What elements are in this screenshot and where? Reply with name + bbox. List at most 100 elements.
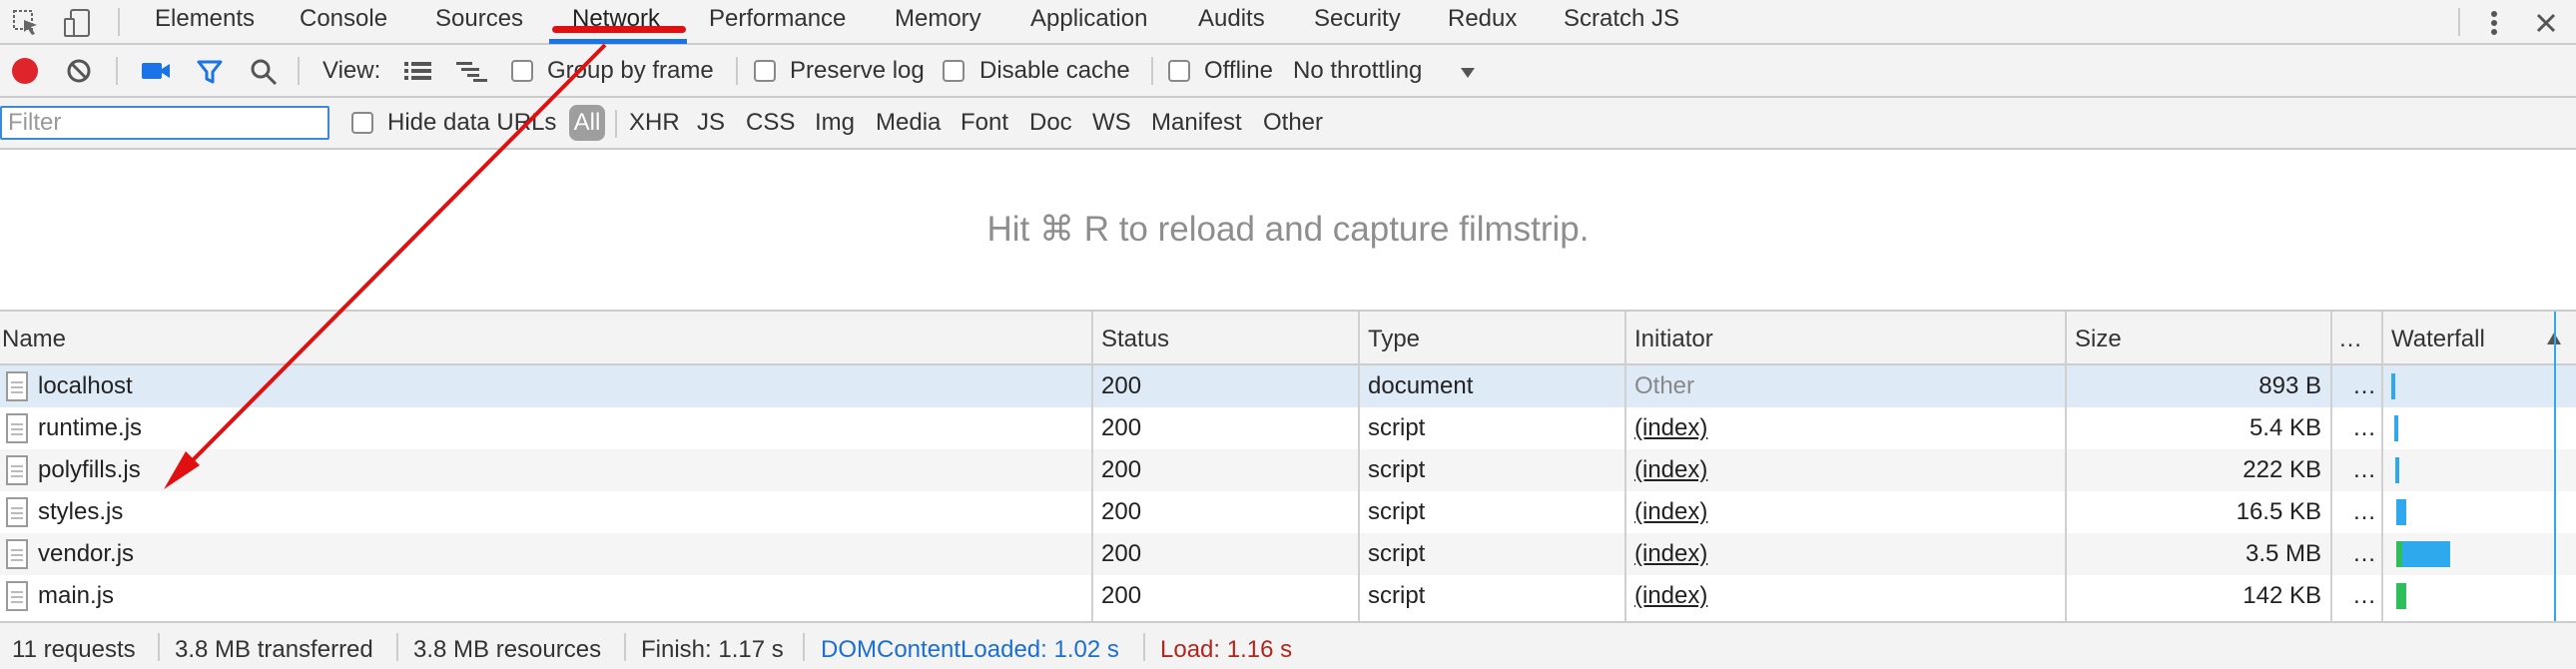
filter-type-media[interactable]: Media: [876, 109, 941, 137]
dropdown-arrow-icon[interactable]: [1460, 66, 1476, 84]
request-size: 5.4 KB: [2249, 414, 2321, 441]
clear-icon[interactable]: [66, 58, 92, 89]
filter-type-img[interactable]: Img: [815, 109, 855, 137]
column-header-status[interactable]: Status: [1101, 326, 1169, 353]
filmstrip-area: Hit ⌘ R to reload and capture filmstrip.: [0, 150, 2576, 312]
preserve-log-label: Preserve log: [790, 57, 925, 84]
column-divider[interactable]: [1624, 312, 1626, 621]
close-icon[interactable]: [2528, 6, 2564, 40]
table-row[interactable]: runtime.js 200 script (index) 5.4 KB …: [0, 407, 2576, 449]
column-header-waterfall[interactable]: Waterfall: [2391, 326, 2485, 353]
panel-tab-bar: Elements Console Sources Network Perform…: [0, 0, 2576, 45]
column-divider[interactable]: [2381, 312, 2383, 621]
offline-checkbox[interactable]: [1168, 60, 1190, 82]
column-divider[interactable]: [1358, 312, 1360, 621]
tab-security[interactable]: Security: [1314, 0, 1401, 43]
request-name: styles.js: [38, 498, 124, 525]
tab-memory[interactable]: Memory: [895, 0, 981, 43]
device-toolbar-icon[interactable]: [60, 6, 96, 40]
overview-waterfall-icon[interactable]: [455, 59, 489, 88]
more-options-icon[interactable]: [2476, 6, 2512, 40]
request-status: 200: [1101, 582, 1142, 609]
request-initiator-link[interactable]: (index): [1634, 414, 1707, 442]
filter-type-font[interactable]: Font: [961, 109, 1008, 137]
request-initiator-link[interactable]: (index): [1634, 498, 1707, 526]
large-rows-icon[interactable]: [403, 59, 433, 88]
script-file-icon: [6, 413, 28, 443]
active-tab-indicator: [549, 39, 687, 44]
waterfall-bar: [2391, 373, 2395, 399]
hide-data-urls-label: Hide data URLs: [387, 109, 557, 136]
request-name: main.js: [38, 582, 115, 609]
throttling-select[interactable]: No throttling: [1293, 57, 1422, 85]
tab-performance[interactable]: Performance: [709, 0, 846, 43]
filter-type-xhr[interactable]: XHR: [629, 109, 680, 137]
request-more: …: [2352, 582, 2376, 609]
tab-network[interactable]: Network: [572, 0, 660, 43]
search-icon[interactable]: [250, 58, 278, 91]
screenshot-camera-icon[interactable]: [140, 59, 172, 88]
column-divider[interactable]: [1091, 312, 1093, 621]
request-name: polyfills.js: [38, 456, 141, 483]
record-button[interactable]: [12, 58, 38, 84]
table-row[interactable]: polyfills.js 200 script (index) 222 KB …: [0, 449, 2576, 491]
tab-application[interactable]: Application: [1030, 0, 1147, 43]
waterfall-bar: [2395, 457, 2399, 483]
group-by-frame-checkbox[interactable]: [511, 60, 533, 82]
divider: [736, 57, 738, 85]
transferred-size: 3.8 MB transferred: [175, 636, 373, 663]
script-file-icon: [6, 539, 28, 569]
table-header: Name Status Type Initiator Size … Waterf…: [0, 312, 2576, 365]
tab-scratch-js[interactable]: Scratch JS: [1564, 0, 1679, 43]
network-toolbar: View: Group by frame Preserve log Disabl…: [0, 45, 2576, 98]
waterfall-bar: [2402, 541, 2450, 567]
request-initiator-link[interactable]: (index): [1634, 582, 1707, 610]
column-divider[interactable]: [2065, 312, 2067, 621]
hide-data-urls-checkbox[interactable]: [351, 112, 373, 134]
table-row[interactable]: styles.js 200 script (index) 16.5 KB …: [0, 491, 2576, 533]
script-file-icon: [6, 497, 28, 527]
offline-label: Offline: [1204, 57, 1273, 84]
column-header-type[interactable]: Type: [1368, 326, 1420, 353]
request-initiator-link[interactable]: (index): [1634, 456, 1707, 484]
column-header-initiator[interactable]: Initiator: [1634, 326, 1713, 353]
tab-console[interactable]: Console: [300, 0, 387, 43]
request-status: 200: [1101, 540, 1142, 567]
request-initiator-link[interactable]: (index): [1634, 540, 1707, 568]
tab-audits[interactable]: Audits: [1198, 0, 1265, 43]
filter-input[interactable]: [0, 106, 329, 140]
load-marker-line: [2554, 312, 2556, 621]
filter-type-js[interactable]: JS: [697, 109, 725, 137]
column-divider[interactable]: [2330, 312, 2332, 621]
inspect-element-icon[interactable]: [8, 6, 44, 40]
filter-funnel-icon[interactable]: [196, 58, 224, 91]
request-more: …: [2352, 414, 2376, 441]
tab-redux[interactable]: Redux: [1448, 0, 1517, 43]
filter-type-other[interactable]: Other: [1263, 109, 1323, 137]
request-status: 200: [1101, 498, 1142, 525]
disable-cache-checkbox[interactable]: [943, 60, 965, 82]
filter-type-ws[interactable]: WS: [1092, 109, 1131, 137]
tab-sources[interactable]: Sources: [435, 0, 523, 43]
column-header-more[interactable]: …: [2338, 326, 2362, 353]
request-size: 3.5 MB: [2245, 540, 2321, 567]
table-row[interactable]: main.js 200 script (index) 142 KB …: [0, 575, 2576, 617]
request-more: …: [2352, 372, 2376, 399]
request-size: 893 B: [2258, 372, 2321, 399]
filter-type-manifest[interactable]: Manifest: [1151, 109, 1242, 137]
annotation-underline: [552, 26, 686, 33]
filter-type-css[interactable]: CSS: [746, 109, 795, 137]
tab-elements[interactable]: Elements: [155, 0, 255, 43]
filter-type-doc[interactable]: Doc: [1029, 109, 1072, 137]
divider: [158, 633, 160, 661]
divider: [615, 110, 617, 138]
preserve-log-checkbox[interactable]: [754, 60, 776, 82]
column-header-name[interactable]: Name: [2, 326, 66, 353]
column-header-size[interactable]: Size: [2075, 326, 2122, 353]
request-status: 200: [1101, 456, 1142, 483]
table-row[interactable]: vendor.js 200 script (index) 3.5 MB …: [0, 533, 2576, 575]
filter-type-all[interactable]: All: [569, 105, 605, 141]
divider: [396, 633, 398, 661]
table-row[interactable]: localhost 200 document Other 893 B …: [0, 365, 2576, 407]
divider: [1143, 633, 1145, 661]
